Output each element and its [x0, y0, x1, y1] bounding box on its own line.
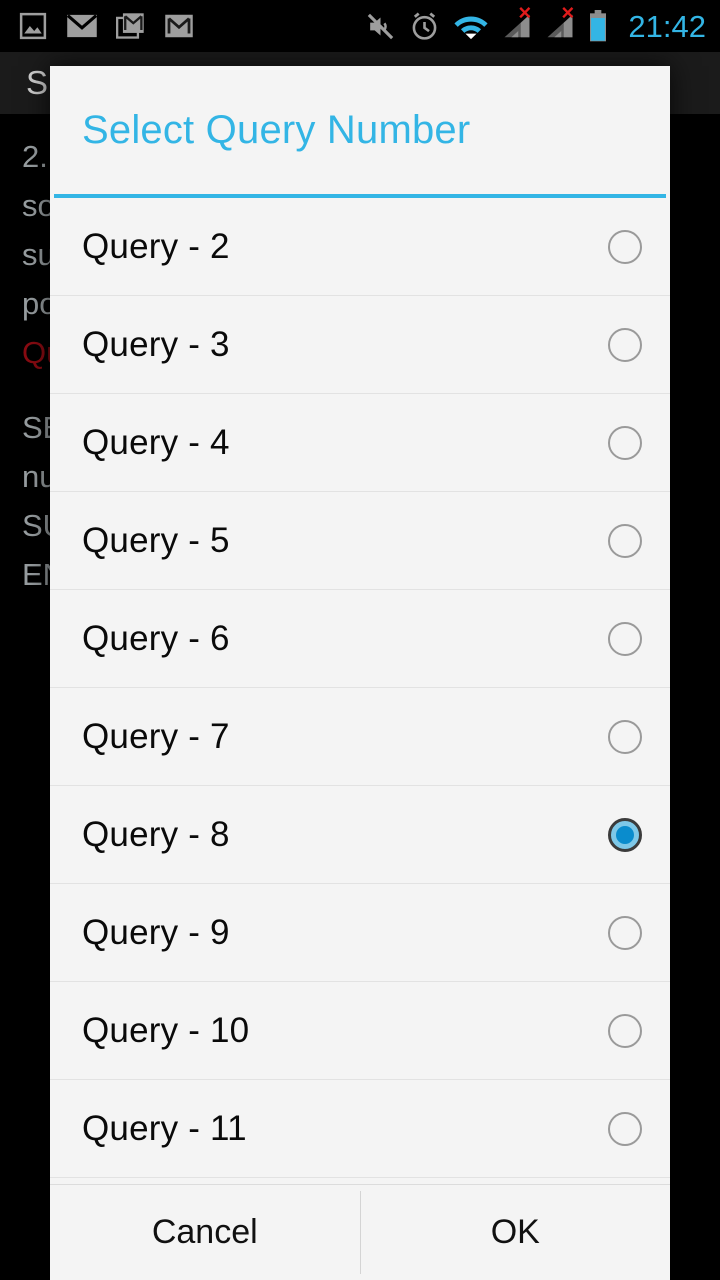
status-clock: 21:42	[628, 8, 706, 44]
radio-button-selected-icon[interactable]	[608, 817, 642, 852]
background-app-title: S	[26, 64, 49, 101]
gmail-icon	[165, 14, 193, 38]
phone-screen: S 2. so su po Qu SE nu SU EN × × 21:42 S…	[0, 0, 720, 1280]
dialog-title: Select Query Number	[82, 107, 471, 152]
query-option-row[interactable]: Query - 4	[50, 394, 670, 492]
query-option-label: Query - 9	[82, 912, 230, 952]
query-option-label: Query - 7	[82, 716, 230, 756]
query-option-label: Query - 11	[82, 1108, 247, 1148]
radio-button-icon[interactable]	[608, 719, 642, 754]
query-option-label: Query - 3	[82, 324, 230, 364]
query-option-row[interactable]: Query - 2	[50, 198, 670, 296]
query-option-label: Query - 2	[82, 226, 230, 266]
query-option-row[interactable]: Query - 6	[50, 590, 670, 688]
dialog-title-bar: Select Query Number	[50, 66, 670, 194]
query-option-row[interactable]: Query - 11	[50, 1080, 670, 1178]
radio-button-icon[interactable]	[608, 523, 642, 558]
query-option-label: Query - 5	[82, 520, 230, 560]
query-option-row[interactable]: Query - 10	[50, 982, 670, 1080]
select-query-number-dialog: Select Query Number Query - 2 Query - 3 Qu…	[50, 66, 670, 1280]
alarm-icon	[413, 11, 437, 40]
signal-no-sim-1: ×	[502, 2, 532, 40]
ok-button[interactable]: OK	[361, 1185, 671, 1280]
query-option-row[interactable]: Query - 7	[50, 688, 670, 786]
mute-icon	[368, 13, 394, 39]
radio-button-icon[interactable]	[608, 229, 642, 264]
no-sim-x-icon: ×	[561, 0, 575, 25]
status-bar: × × 21:42	[0, 0, 720, 52]
query-option-row[interactable]: Query - 9	[50, 884, 670, 982]
radio-button-icon[interactable]	[608, 425, 642, 460]
dialog-button-bar: Cancel OK	[50, 1184, 670, 1280]
wifi-icon	[454, 16, 488, 40]
battery-icon	[590, 10, 607, 42]
query-option-row[interactable]: Query - 5	[50, 492, 670, 590]
query-option-row[interactable]: Query - 3	[50, 296, 670, 394]
gmail-stack-icon	[116, 13, 144, 39]
cancel-button[interactable]: Cancel	[50, 1185, 360, 1280]
query-option-label: Query - 4	[82, 422, 230, 462]
signal-no-sim-2: ×	[545, 2, 575, 40]
query-number-list[interactable]: Query - 2 Query - 3 Query - 4 Query - 5 Quer…	[50, 198, 670, 1184]
radio-button-icon[interactable]	[608, 915, 642, 950]
image-icon	[19, 12, 47, 40]
status-notification-icons	[18, 11, 194, 41]
status-system-icons: × × 21:42	[365, 2, 706, 44]
no-sim-x-icon: ×	[518, 0, 532, 25]
query-option-row[interactable]: Query - 8	[50, 786, 670, 884]
mail-icon	[66, 14, 98, 38]
query-option-label: Query - 10	[82, 1010, 250, 1050]
radio-button-icon[interactable]	[608, 327, 642, 362]
radio-button-icon[interactable]	[608, 621, 642, 656]
query-option-label: Query - 8	[82, 814, 230, 854]
radio-button-icon[interactable]	[608, 1111, 642, 1146]
query-option-label: Query - 6	[82, 618, 230, 658]
radio-button-icon[interactable]	[608, 1013, 642, 1048]
